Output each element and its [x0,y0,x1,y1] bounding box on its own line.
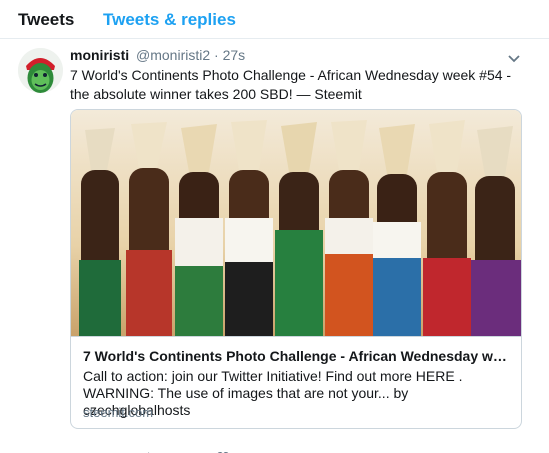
tab-tweets[interactable]: Tweets [18,10,74,30]
link-card[interactable]: 7 World's Continents Photo Challenge - A… [70,109,522,429]
tweet-text: 7 World's Continents Photo Challenge - A… [70,67,512,102]
photo-dancers-image [71,110,521,336]
separator-dot: · [214,47,219,63]
link-card-body: 7 World's Continents Photo Challenge - A… [71,336,521,428]
tweet[interactable]: moniristi @moniristi2 · 27s 7 World's Co… [0,39,549,453]
profile-tabs: Tweets Tweets & replies [0,0,549,39]
chevron-down-icon[interactable] [507,51,521,63]
avatar[interactable] [18,48,63,93]
link-card-domain: steemit.com [83,405,154,420]
tweet-header: moniristi @moniristi2 · 27s [70,47,245,63]
tweet-timestamp[interactable]: 27s [223,47,246,63]
link-card-title[interactable]: 7 World's Continents Photo Challenge - A… [83,348,513,364]
author-handle[interactable]: @moniristi2 [136,47,210,63]
retweet-icon[interactable] [140,448,156,453]
like-icon[interactable] [215,448,231,453]
message-icon[interactable] [288,448,304,453]
author-name[interactable]: moniristi [70,47,129,63]
tab-tweets-replies[interactable]: Tweets & replies [103,10,236,30]
reply-icon[interactable] [70,448,86,453]
tweet-actions [70,448,370,453]
